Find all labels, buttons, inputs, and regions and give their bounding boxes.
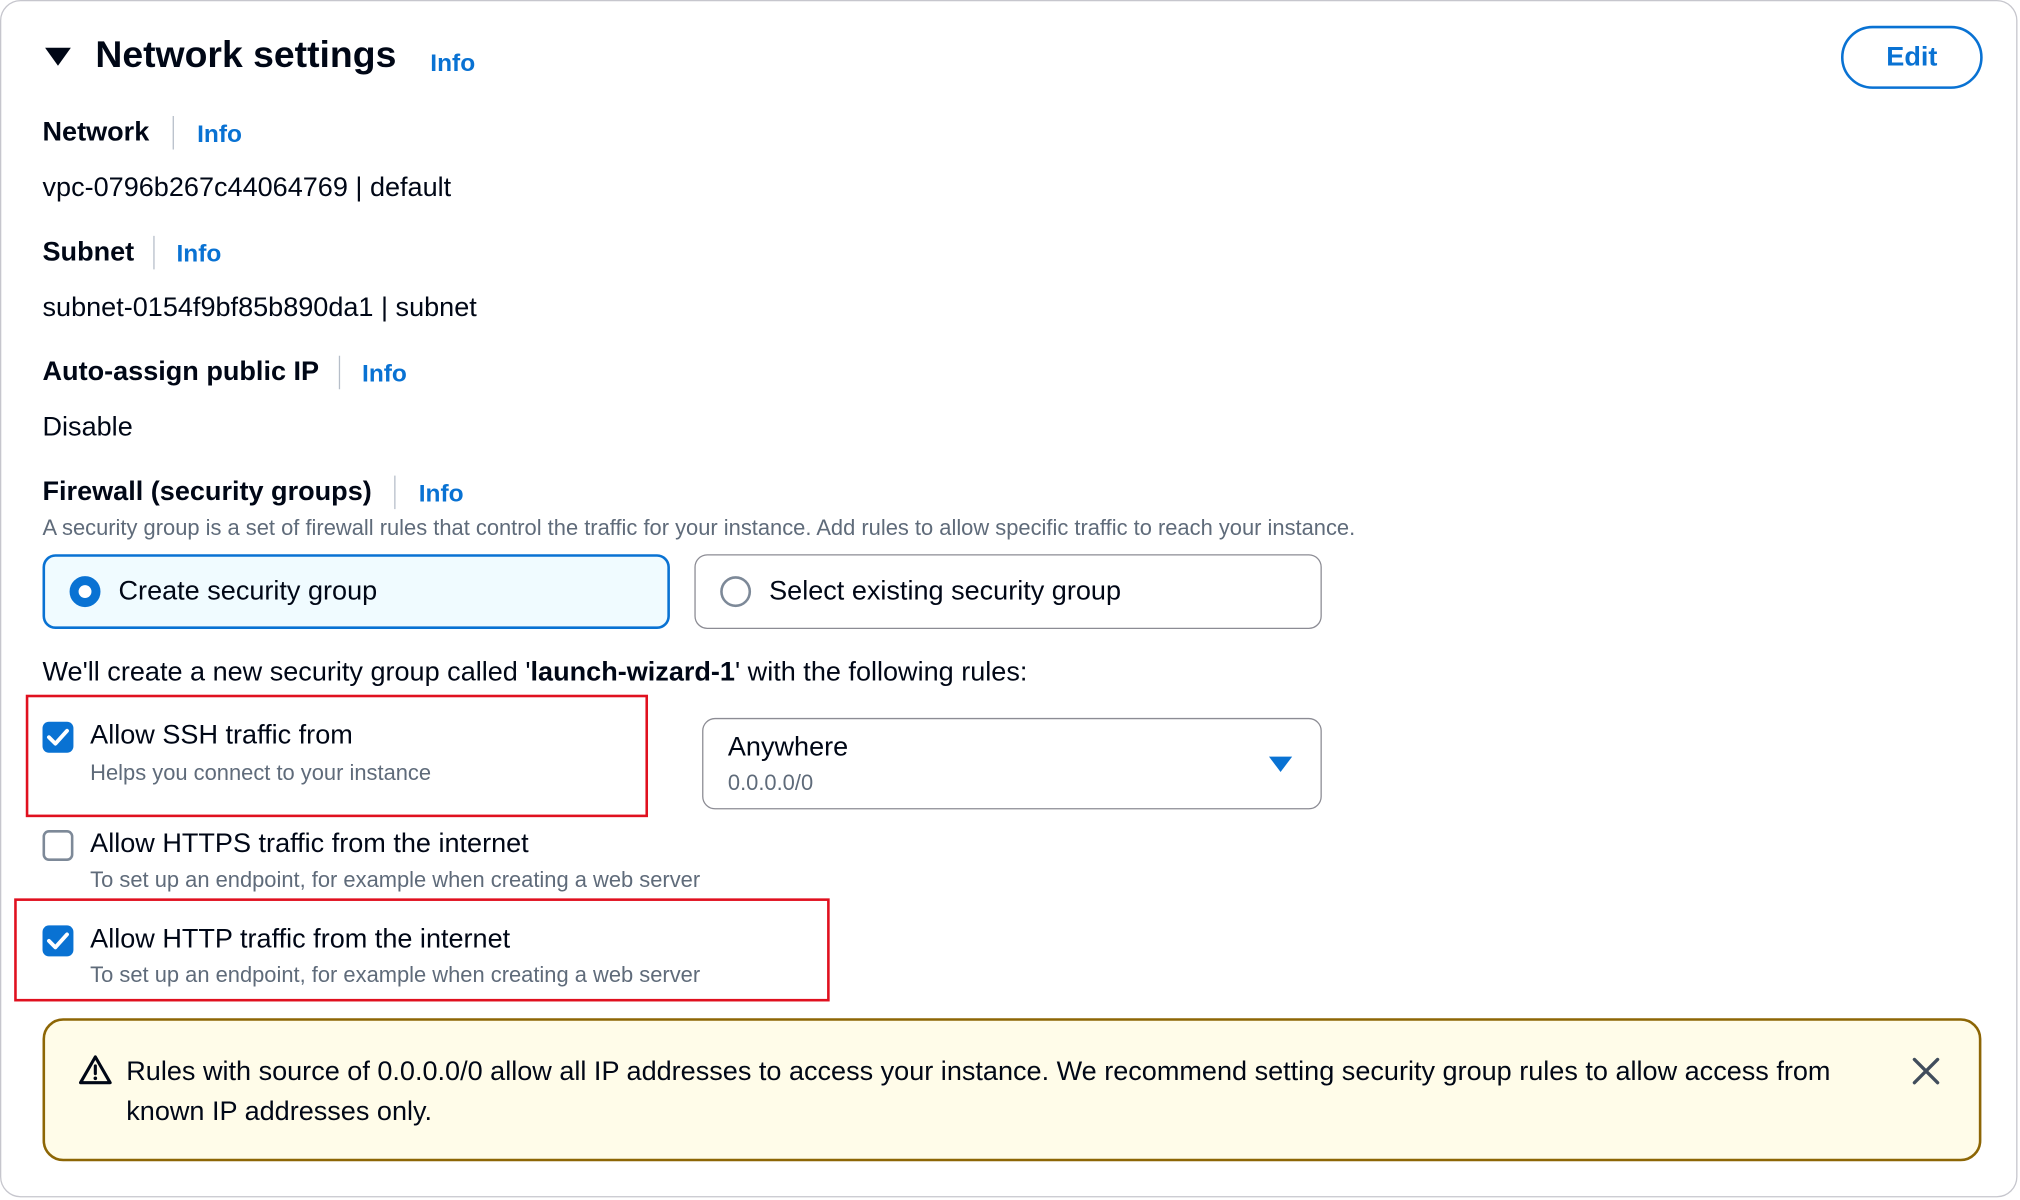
create-security-group-label: Create security group [118, 576, 378, 606]
network-label: Network [42, 117, 150, 147]
rules-intro-suffix: ' with the following rules: [734, 657, 1028, 687]
http-highlight-box [14, 898, 830, 1002]
edit-button[interactable]: Edit [1840, 25, 1983, 89]
warning-icon [78, 1055, 112, 1085]
select-existing-security-group-option[interactable]: Select existing security group [694, 554, 1322, 629]
subnet-value: subnet-0154f9bf85b890da1 | subnet [42, 292, 477, 323]
network-divider [172, 116, 174, 150]
ssh-source-value: Anywhere [727, 732, 849, 762]
collapse-caret-icon[interactable] [45, 47, 71, 66]
radio-unselected-icon[interactable] [720, 576, 752, 608]
firewall-description: A security group is a set of firewall ru… [42, 515, 1356, 541]
subnet-info-link[interactable]: Info [176, 241, 221, 269]
firewall-divider [394, 475, 396, 510]
create-security-group-option[interactable]: Create security group [42, 554, 670, 629]
subnet-divider [153, 235, 155, 270]
public-ip-label: Auto-assign public IP [42, 357, 320, 387]
rules-intro: We'll create a new security group called… [43, 657, 1028, 688]
network-settings-panel: Network settings Info Edit Network Info … [0, 0, 2018, 1198]
https-checkbox[interactable] [42, 830, 74, 861]
rules-intro-prefix: We'll create a new security group called… [42, 657, 531, 687]
ssh-source-cidr: 0.0.0.0/0 [727, 770, 814, 796]
network-info-link[interactable]: Info [197, 121, 242, 149]
section-title: Network settings [95, 34, 397, 77]
subnet-label: Subnet [42, 237, 135, 267]
dropdown-arrow-icon [1268, 756, 1293, 773]
network-value: vpc-0796b267c44064769 | default [42, 172, 452, 203]
warning-alert: Rules with source of 0.0.0.0/0 allow all… [42, 1018, 1982, 1162]
public-ip-value: Disable [42, 412, 133, 443]
ssh-source-select[interactable]: Anywhere 0.0.0.0/0 [702, 717, 1322, 810]
public-ip-info-link[interactable]: Info [362, 361, 407, 389]
warning-alert-text: Rules with source of 0.0.0.0/0 allow all… [126, 1056, 1831, 1127]
firewall-label: Firewall (security groups) [42, 476, 372, 507]
radio-selected-icon[interactable] [69, 576, 101, 608]
close-icon[interactable] [1911, 1056, 1942, 1087]
security-group-name: launch-wizard-1 [530, 657, 735, 687]
firewall-info-link[interactable]: Info [419, 481, 464, 509]
section-info-link[interactable]: Info [430, 50, 475, 78]
network-settings-stage: Network settings Info Edit Network Info … [0, 0, 2020, 1200]
public-ip-divider [338, 355, 341, 390]
https-rule-description: To set up an endpoint, for example when … [90, 867, 701, 892]
ssh-highlight-box [25, 694, 649, 818]
https-rule-label[interactable]: Allow HTTPS traffic from the internet [90, 829, 529, 860]
select-existing-security-group-label: Select existing security group [769, 576, 1122, 606]
